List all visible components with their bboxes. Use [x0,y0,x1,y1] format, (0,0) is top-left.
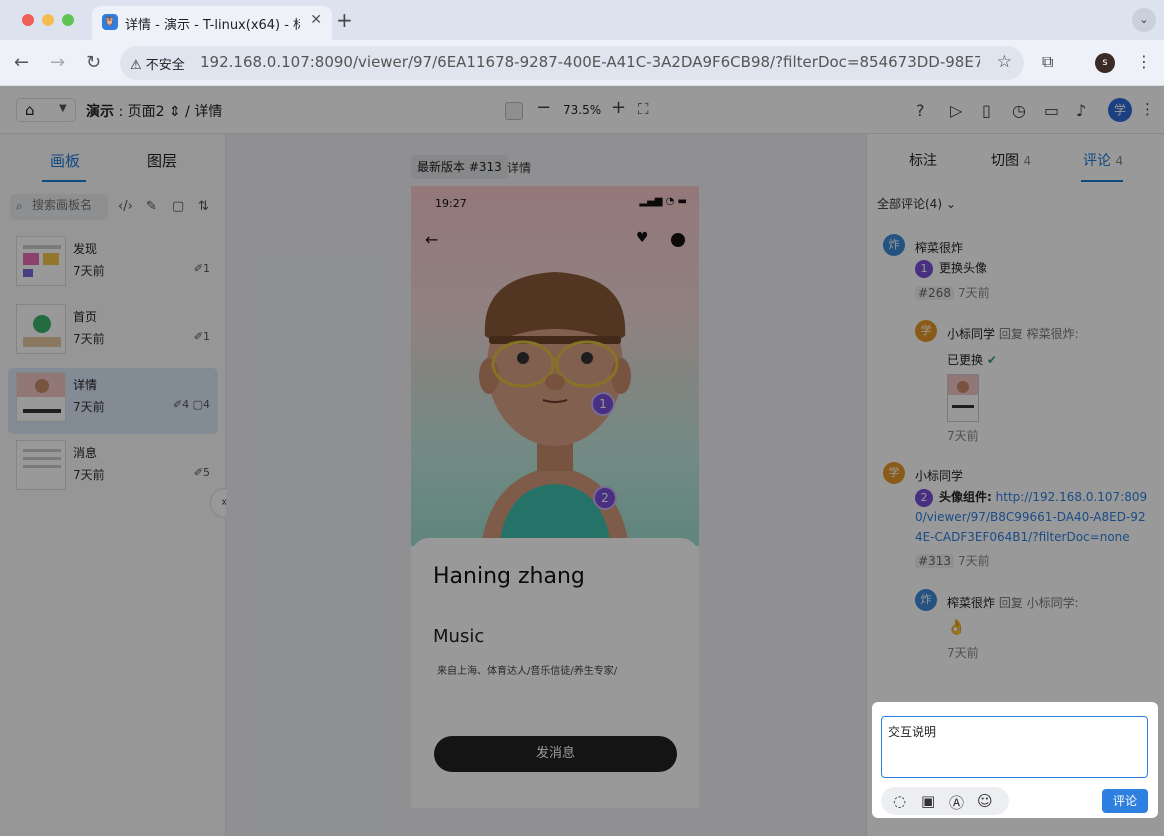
security-label: 不安全 [145,58,185,73]
profile-avatar[interactable]: s [1095,53,1115,73]
url-text[interactable]: 192.168.0.107:8090/viewer/97/6EA11678-92… [200,53,980,71]
security-warning[interactable]: ⚠ 不安全 [130,54,185,73]
close-window-button[interactable] [22,14,34,26]
emoji-icon[interactable]: ☺ [977,792,993,810]
forward-arrow-icon[interactable]: → [50,52,65,73]
extensions-icon[interactable]: ⧉ [1042,52,1053,72]
composer-toolbar: ◌ ▣ Ⓐ ☺ [881,787,1009,815]
tab-title: 详情 - 演示 - T-linux(x64) - 标 [125,18,300,33]
submit-comment-button[interactable]: 评论 [1102,789,1148,813]
bookmark-star-icon[interactable]: ☆ [997,52,1012,72]
reload-icon[interactable]: ↻ [86,52,101,73]
maximize-window-button[interactable] [62,14,74,26]
image-upload-icon[interactable]: ▣ [921,792,935,810]
minimize-window-button[interactable] [42,14,54,26]
browser-tab[interactable]: 🦉 详情 - 演示 - T-linux(x64) - 标 ✕ [92,6,332,40]
browser-menu-icon[interactable]: ⋮ [1136,52,1152,71]
comment-input[interactable]: 交互说明 [881,716,1148,778]
favicon-icon: 🦉 [102,14,118,30]
comment-composer: 交互说明 ◌ ▣ Ⓐ ☺ 评论 [872,702,1158,818]
browser-titlebar: 🦉 详情 - 演示 - T-linux(x64) - 标 ✕ + ⌄ [0,0,1164,40]
back-arrow-icon[interactable]: ← [14,52,29,73]
hotspot-tool-icon[interactable]: ◌ [893,792,906,810]
close-tab-icon[interactable]: ✕ [310,12,322,28]
tab-search-icon[interactable]: ⌄ [1132,8,1156,32]
mention-icon[interactable]: Ⓐ [949,792,964,813]
address-bar[interactable]: ⚠ 不安全 192.168.0.107:8090/viewer/97/6EA11… [120,46,1024,80]
new-tab-button[interactable]: + [336,8,353,32]
browser-toolbar: ← → ↻ ⚠ 不安全 192.168.0.107:8090/viewer/97… [0,40,1164,86]
